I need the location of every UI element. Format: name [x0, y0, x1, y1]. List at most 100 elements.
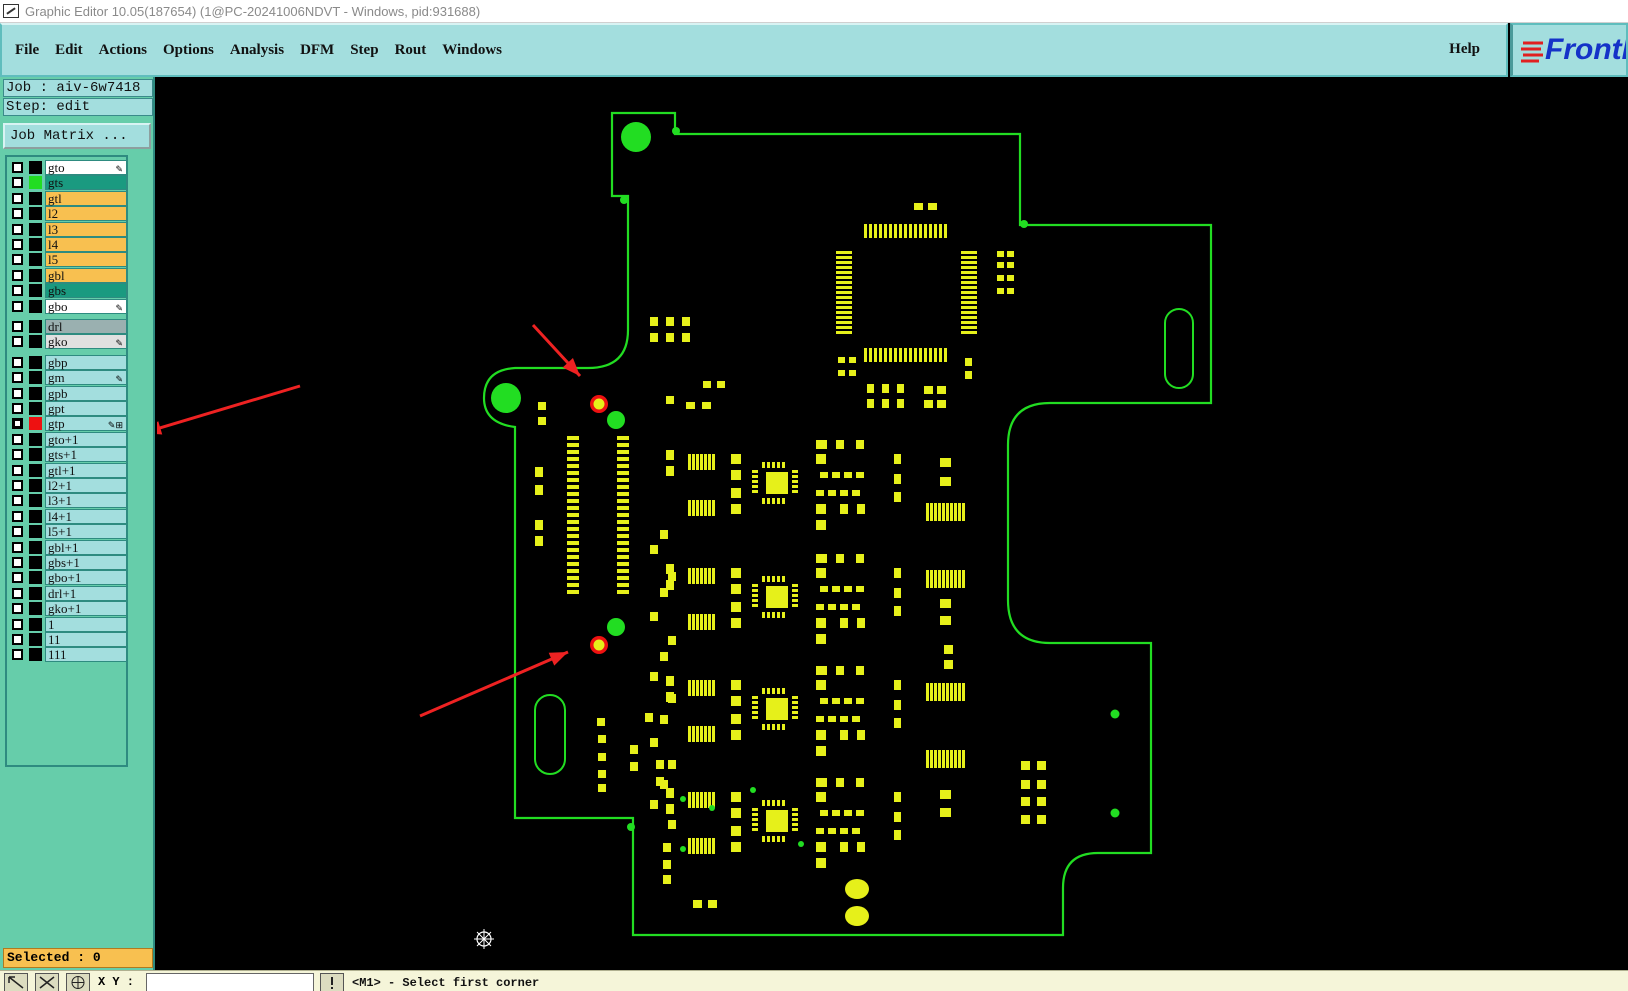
layer-name[interactable]: gbl	[45, 267, 127, 283]
layer-color-swatch[interactable]	[29, 509, 42, 523]
layer-checkbox[interactable]	[12, 433, 23, 445]
layer-row-l2[interactable]: l2	[10, 206, 127, 222]
layer-row-gtp[interactable]: gtp ✎⊞	[10, 416, 127, 432]
layer-checkbox[interactable]	[12, 495, 23, 507]
layer-row-l2+1[interactable]: l2+1	[10, 478, 127, 493]
layer-name[interactable]: l4+1	[45, 508, 127, 524]
menu-analysis[interactable]: Analysis	[222, 42, 292, 59]
layer-name[interactable]: l5+1	[45, 524, 127, 540]
layer-row-gtl+1[interactable]: gtl+1	[10, 462, 127, 478]
menu-dfm[interactable]: DFM	[292, 42, 342, 59]
layer-checkbox[interactable]	[12, 649, 23, 661]
layer-color-swatch[interactable]	[29, 268, 42, 282]
layer-name[interactable]: l3	[45, 221, 127, 237]
layer-color-swatch[interactable]	[29, 571, 42, 585]
layer-name[interactable]: gbl+1	[45, 539, 127, 555]
layer-checkbox[interactable]	[12, 192, 23, 204]
layer-row-drl+1[interactable]: drl+1	[10, 585, 127, 601]
layer-color-swatch[interactable]	[29, 355, 42, 369]
layer-row-11[interactable]: 11	[10, 632, 127, 647]
layer-color-swatch[interactable]	[29, 253, 42, 267]
layer-checkbox[interactable]	[12, 177, 23, 189]
layer-checkbox[interactable]	[12, 587, 23, 599]
layer-name[interactable]: gm ✎	[45, 370, 127, 386]
layer-row-gbo+1[interactable]: gbo+1	[10, 570, 127, 586]
layer-name[interactable]: 111	[45, 647, 127, 663]
layer-name[interactable]: gpt	[45, 401, 127, 416]
layer-checkbox[interactable]	[12, 418, 23, 430]
layer-color-swatch[interactable]	[29, 540, 42, 554]
layer-checkbox[interactable]	[12, 603, 23, 615]
layer-row-l4[interactable]: l4	[10, 237, 127, 252]
layer-name[interactable]: l5	[45, 252, 127, 268]
layer-checkbox[interactable]	[12, 336, 23, 348]
layer-checkbox[interactable]	[12, 526, 23, 538]
layer-name[interactable]: gko ✎	[45, 334, 127, 350]
layer-checkbox[interactable]	[12, 162, 23, 173]
measure-icon[interactable]	[35, 973, 59, 991]
layer-row-gbs+1[interactable]: gbs+1	[10, 555, 127, 570]
layer-row-l5+1[interactable]: l5+1	[10, 524, 127, 540]
layer-color-swatch[interactable]	[29, 586, 42, 600]
layer-row-l4+1[interactable]: l4+1	[10, 508, 127, 524]
layer-color-swatch[interactable]	[29, 371, 42, 385]
layer-row-gko+1[interactable]: gko+1	[10, 601, 127, 617]
layer-row-gbp[interactable]: gbp	[10, 354, 127, 370]
layer-checkbox[interactable]	[12, 634, 23, 645]
layer-checkbox[interactable]	[12, 223, 23, 235]
layer-name[interactable]: gbp	[45, 354, 127, 370]
layer-name[interactable]: gbo ✎	[45, 298, 127, 314]
layer-checkbox[interactable]	[12, 269, 23, 281]
layer-color-swatch[interactable]	[29, 335, 42, 349]
layer-color-swatch[interactable]	[29, 525, 42, 539]
layer-name[interactable]: gbs+1	[45, 555, 127, 570]
layer-name[interactable]: gto ✎	[45, 160, 127, 175]
layer-checkbox[interactable]	[12, 356, 23, 368]
layer-color-swatch[interactable]	[29, 161, 42, 174]
layer-name[interactable]: gtl	[45, 190, 127, 206]
layer-color-swatch[interactable]	[29, 222, 42, 236]
layer-row-gpt[interactable]: gpt	[10, 401, 127, 416]
layer-row-gto+1[interactable]: gto+1	[10, 431, 127, 447]
menu-step[interactable]: Step	[342, 42, 386, 59]
layer-checkbox[interactable]	[12, 464, 23, 476]
layer-color-swatch[interactable]	[29, 191, 42, 205]
layer-checkbox[interactable]	[12, 208, 23, 220]
layer-checkbox[interactable]	[12, 572, 23, 584]
menu-file[interactable]: File	[7, 42, 47, 59]
layer-row-l5[interactable]: l5	[10, 252, 127, 268]
layer-row-gko[interactable]: gko ✎	[10, 334, 127, 350]
layer-checkbox[interactable]	[12, 618, 23, 630]
layer-name[interactable]: drl+1	[45, 585, 127, 601]
layer-row-gto[interactable]: gto ✎	[10, 160, 127, 175]
zoom-area-icon[interactable]	[4, 973, 28, 991]
layer-color-swatch[interactable]	[29, 238, 42, 251]
layer-row-gbo[interactable]: gbo ✎	[10, 298, 127, 314]
layer-name[interactable]: l3+1	[45, 493, 127, 509]
layer-row-gbl[interactable]: gbl	[10, 267, 127, 283]
layer-name[interactable]: gto+1	[45, 431, 127, 447]
layer-checkbox[interactable]	[12, 541, 23, 553]
layer-color-swatch[interactable]	[29, 386, 42, 400]
layer-row-111[interactable]: 111	[10, 647, 127, 663]
layer-checkbox[interactable]	[12, 321, 23, 332]
layer-name[interactable]: l2	[45, 206, 127, 222]
layer-name[interactable]: l4	[45, 237, 127, 252]
layer-color-swatch[interactable]	[29, 633, 42, 646]
layer-color-swatch[interactable]	[29, 494, 42, 508]
layer-row-gbs[interactable]: gbs	[10, 283, 127, 299]
graphic-canvas[interactable]	[157, 77, 1628, 970]
layer-name[interactable]: 11	[45, 632, 127, 647]
layer-row-gts[interactable]: gts	[10, 175, 127, 191]
layer-checkbox[interactable]	[12, 387, 23, 399]
layer-checkbox[interactable]	[12, 557, 23, 568]
layer-name[interactable]: gpb	[45, 385, 127, 401]
layer-row-gts+1[interactable]: gts+1	[10, 447, 127, 463]
layer-row-l3[interactable]: l3	[10, 221, 127, 237]
layer-name[interactable]: gts+1	[45, 447, 127, 463]
layer-name[interactable]: gbo+1	[45, 570, 127, 586]
menu-actions[interactable]: Actions	[91, 42, 155, 59]
layer-checkbox[interactable]	[12, 403, 23, 414]
menu-rout[interactable]: Rout	[387, 42, 435, 59]
layer-name[interactable]: gko+1	[45, 601, 127, 617]
